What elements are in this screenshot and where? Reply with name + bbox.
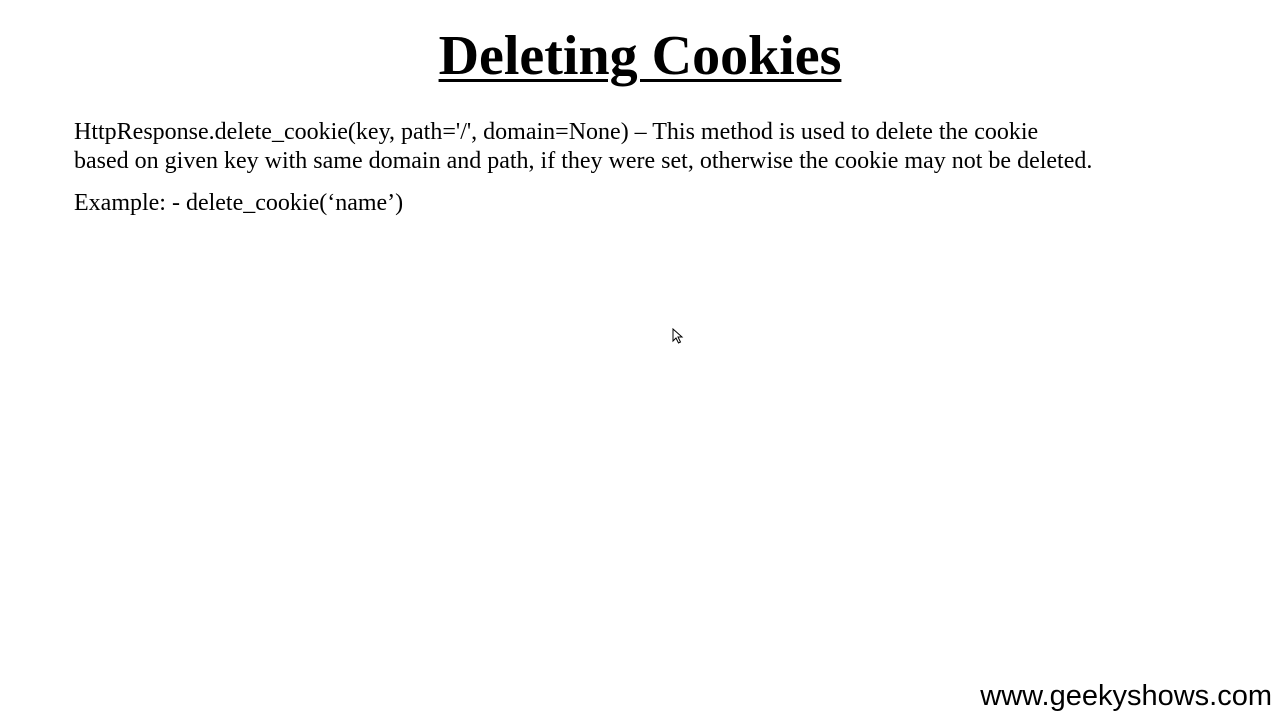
mouse-pointer-icon	[672, 328, 684, 344]
example-text: Example: - delete_cookie(‘name’)	[74, 190, 404, 216]
slide-title-text: Deleting Cookies	[438, 25, 842, 87]
description-line-2: based on given key with same domain and …	[74, 148, 1093, 174]
slide-title: Deleting Cookies	[0, 22, 1280, 90]
description-paragraph: HttpResponse.delete_cookie(key, path='/'…	[74, 118, 1254, 176]
slide: Deleting Cookies HttpResponse.delete_coo…	[0, 0, 1280, 720]
description-line-1: HttpResponse.delete_cookie(key, path='/'…	[74, 119, 1039, 145]
website-watermark: www.geekyshows.com	[980, 680, 1272, 712]
